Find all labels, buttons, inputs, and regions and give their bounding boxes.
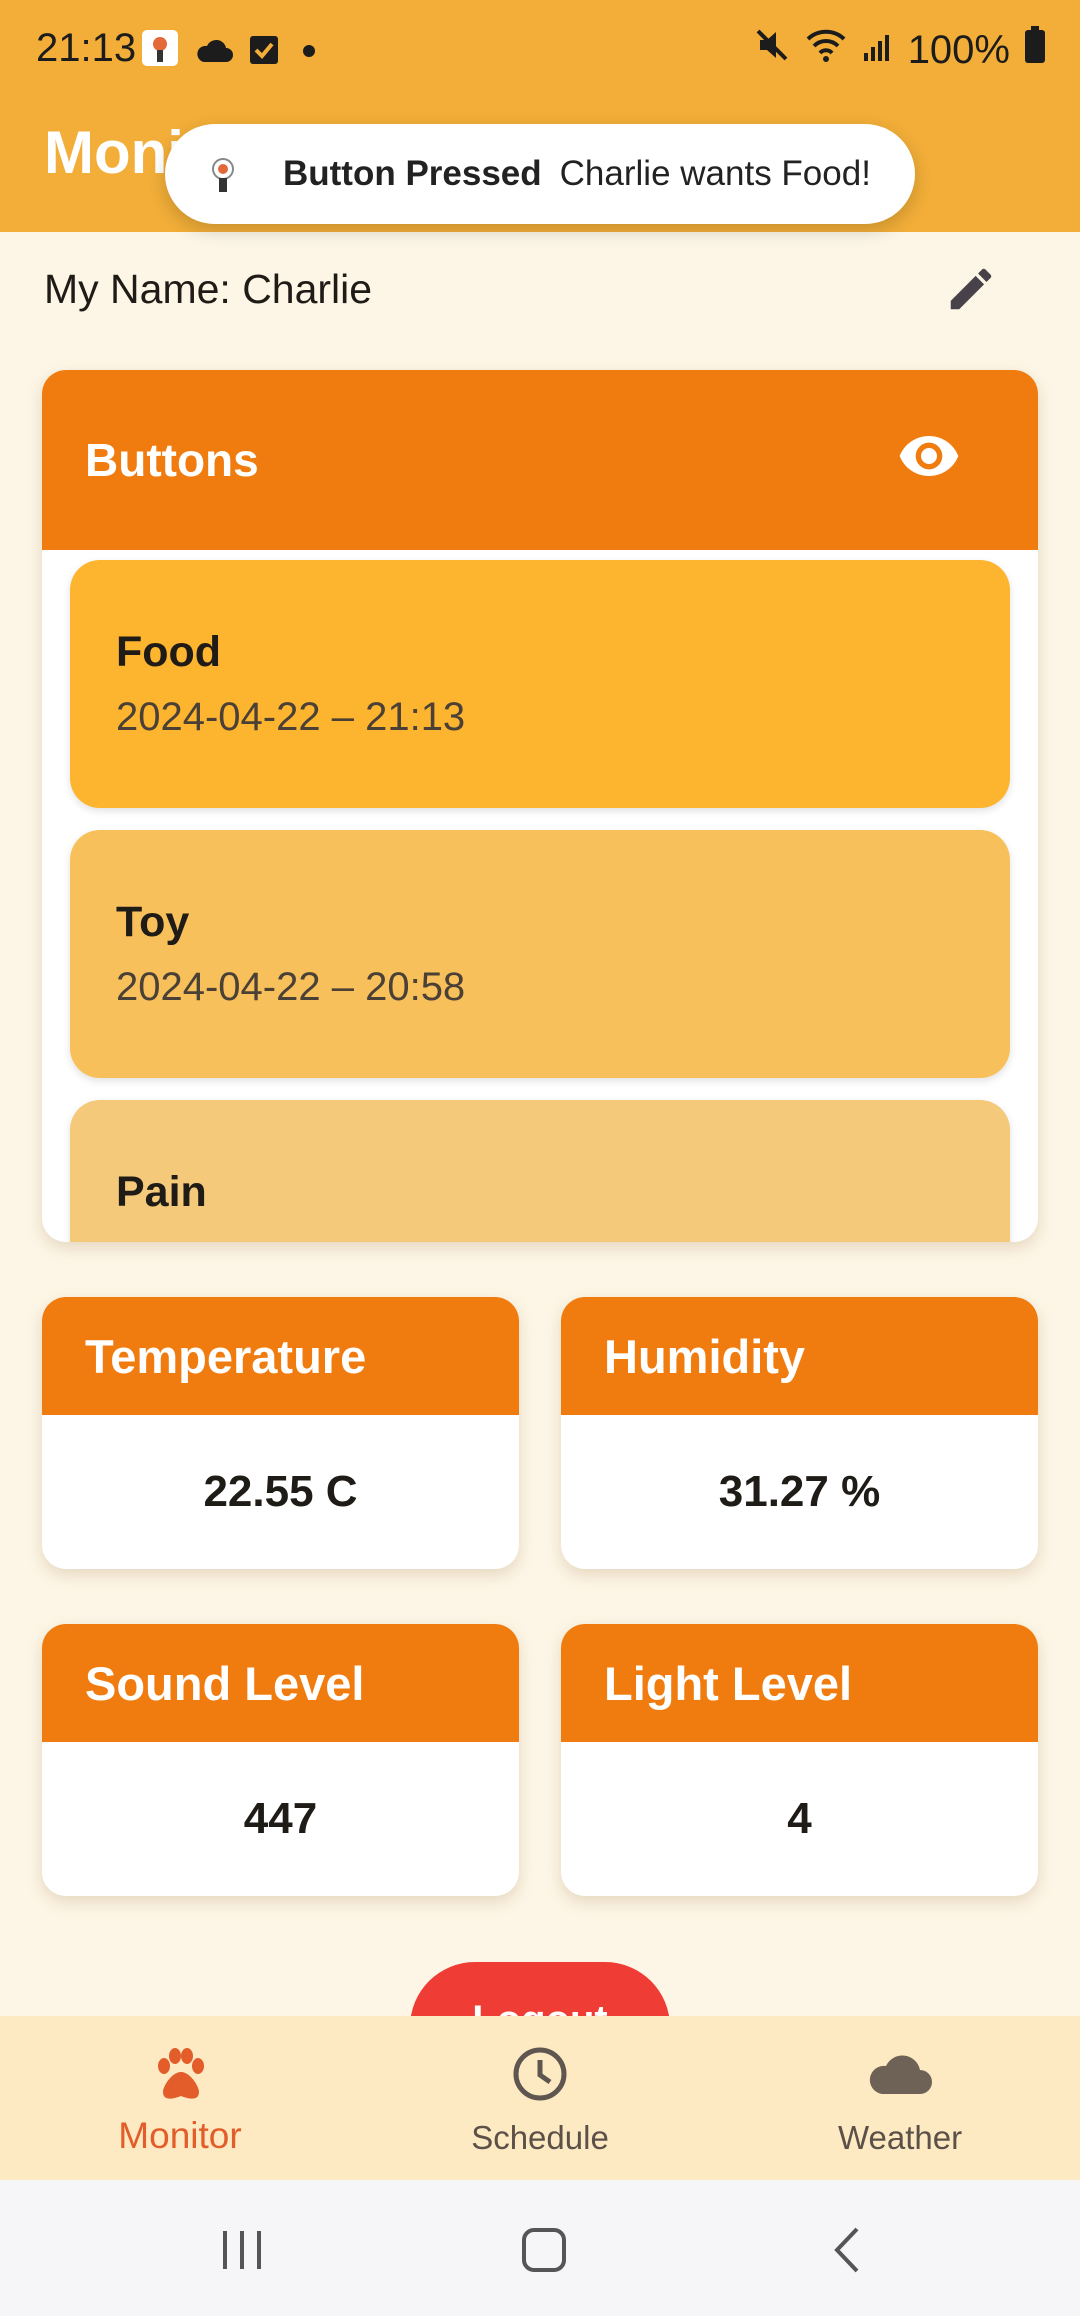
toggle-visibility-button[interactable]: [898, 430, 960, 492]
sensor-title: Light Level: [561, 1624, 1038, 1742]
sound-level-card: Sound Level 447: [42, 1624, 519, 1896]
button-event-item[interactable]: Pain: [70, 1100, 1010, 1242]
bottom-navigation: Monitor Schedule Weather: [0, 2016, 1080, 2180]
sensor-value: 31.27 %: [718, 1467, 881, 1516]
sensor-title: Temperature: [42, 1297, 519, 1415]
status-bar: 21:13 100%: [0, 0, 1080, 96]
recents-icon: [217, 2225, 267, 2280]
home-button[interactable]: [514, 2222, 574, 2282]
clock-icon: [510, 2044, 570, 2109]
recent-apps-button[interactable]: [212, 2222, 272, 2282]
page-title: Moni: [44, 119, 184, 186]
nav-label: Monitor: [118, 2115, 242, 2156]
nav-label: Schedule: [471, 2119, 609, 2156]
sensor-title: Sound Level: [42, 1624, 519, 1742]
event-time: 2024-04-22 – 20:58: [116, 965, 466, 1009]
wifi-icon: [804, 27, 848, 73]
sensor-value: 4: [787, 1794, 812, 1843]
battery-percent: 100%: [907, 27, 1010, 72]
mute-icon: [754, 27, 790, 73]
cloud-icon: [194, 31, 234, 76]
status-time: 21:13: [36, 26, 137, 70]
edit-name-button[interactable]: [940, 260, 1002, 322]
app-notification-icon: [140, 28, 180, 78]
toast-notification[interactable]: Button Pressed Charlie wants Food!: [165, 124, 915, 224]
nav-label: Weather: [837, 2119, 963, 2156]
status-left-icons: [140, 28, 324, 78]
humidity-card: Humidity 31.27 %: [561, 1297, 1038, 1569]
nav-weather[interactable]: Weather: [720, 2016, 1080, 2180]
button-event-item[interactable]: Food 2024-04-22 – 21:13: [70, 560, 1010, 808]
dot-icon: [294, 31, 324, 76]
sensor-title: Humidity: [561, 1297, 1038, 1415]
checkbox-icon: [248, 31, 280, 76]
event-name: Toy: [116, 898, 190, 946]
status-right: 100%: [754, 26, 1046, 74]
event-time: 2024-04-22 – 21:13: [116, 695, 466, 739]
event-name: Food: [116, 628, 222, 676]
my-name-label: My Name: Charlie: [44, 266, 373, 312]
toast-title: Button Pressed: [283, 154, 542, 193]
pencil-icon: [944, 262, 998, 321]
temperature-card: Temperature 22.55 C: [42, 1297, 519, 1569]
sensor-value: 22.55 C: [203, 1467, 358, 1516]
buttons-card-title: Buttons: [85, 434, 259, 486]
back-button[interactable]: [818, 2222, 878, 2282]
buttons-card: Buttons Food 2024-04-22 – 21:13 Toy 2024…: [42, 370, 1038, 1242]
buttons-card-header: Buttons: [42, 370, 1038, 550]
light-level-card: Light Level 4: [561, 1624, 1038, 1896]
nav-monitor[interactable]: Monitor: [0, 2016, 360, 2180]
event-name: Pain: [116, 1168, 207, 1216]
system-navigation-bar: [0, 2180, 1080, 2316]
paw-icon: [150, 2044, 210, 2109]
home-icon: [519, 2225, 569, 2280]
nav-schedule[interactable]: Schedule: [360, 2016, 720, 2180]
toast-message: Charlie wants Food!: [559, 154, 871, 193]
eye-icon: [897, 424, 961, 499]
sensor-value: 447: [243, 1794, 318, 1843]
battery-icon: [1024, 26, 1046, 74]
button-event-list[interactable]: Food 2024-04-22 – 21:13 Toy 2024-04-22 –…: [70, 560, 1010, 1242]
button-event-item[interactable]: Toy 2024-04-22 – 20:58: [70, 830, 1010, 1078]
app-notification-icon: [199, 150, 247, 198]
signal-icon: [862, 28, 894, 73]
cloud-icon: [864, 2044, 936, 2109]
back-icon: [823, 2225, 873, 2280]
